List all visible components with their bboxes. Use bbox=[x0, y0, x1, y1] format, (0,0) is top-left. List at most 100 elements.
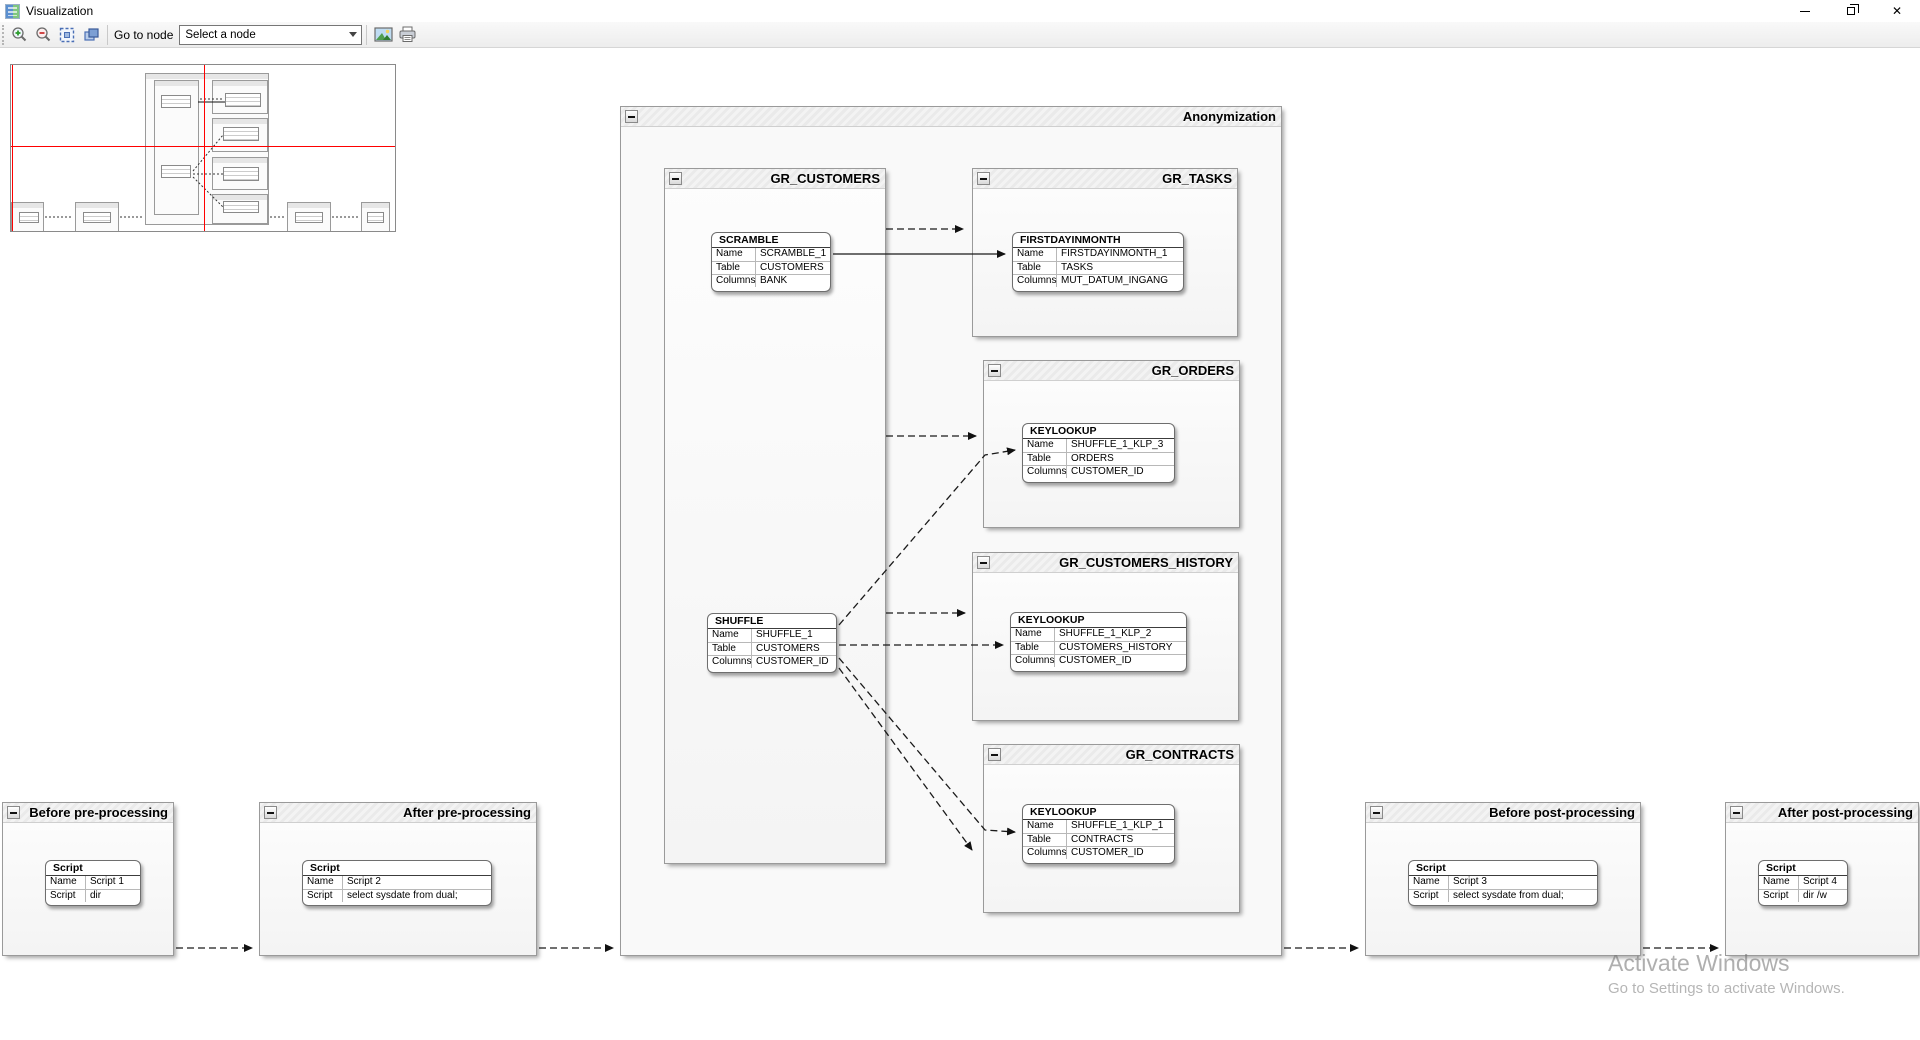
group-title: Before post-processing bbox=[1489, 805, 1635, 820]
collapse-button[interactable] bbox=[1370, 806, 1383, 819]
field-label: Script bbox=[46, 890, 86, 902]
node-title: Script bbox=[1759, 861, 1847, 876]
collapse-button[interactable] bbox=[988, 364, 1001, 377]
field-value: BANK bbox=[756, 275, 830, 287]
field-value: SHUFFLE_1_KLP_2 bbox=[1055, 628, 1186, 641]
group-header[interactable]: GR_CUSTOMERS_HISTORY bbox=[973, 553, 1238, 573]
group-header[interactable]: Anonymization bbox=[621, 107, 1281, 127]
collapse-button[interactable] bbox=[7, 806, 20, 819]
collapse-button[interactable] bbox=[977, 172, 990, 185]
zoom-out-icon bbox=[34, 26, 52, 44]
field-value: CUSTOMERS_HISTORY bbox=[1055, 642, 1186, 654]
group-title: GR_TASKS bbox=[1162, 171, 1232, 186]
collapse-button[interactable] bbox=[977, 556, 990, 569]
node-title: Script bbox=[46, 861, 140, 876]
node-shuffle[interactable]: SHUFFLE NameSHUFFLE_1 TableCUSTOMERS Col… bbox=[707, 613, 837, 673]
title-bar: Visualization ✕ bbox=[0, 0, 1920, 22]
minimap-node bbox=[367, 212, 384, 223]
collapse-button[interactable] bbox=[264, 806, 277, 819]
field-value: SHUFFLE_1_KLP_1 bbox=[1067, 820, 1174, 833]
group-header[interactable]: Before pre-processing bbox=[3, 803, 173, 823]
activate-windows-watermark: Activate Windows Go to Settings to activ… bbox=[1608, 950, 1845, 997]
minimap-node bbox=[223, 201, 259, 213]
group-header[interactable]: After pre-processing bbox=[260, 803, 536, 823]
node-title: KEYLOOKUP bbox=[1023, 805, 1174, 820]
export-image-button[interactable] bbox=[371, 24, 395, 46]
field-value: dir bbox=[86, 890, 140, 902]
node-keylookup-history[interactable]: KEYLOOKUP NameSHUFFLE_1_KLP_2 TableCUSTO… bbox=[1010, 612, 1187, 672]
toolbar: Go to node Select a node bbox=[0, 22, 1920, 48]
minimap-viewport-line bbox=[11, 146, 396, 147]
node-scramble[interactable]: SCRAMBLE NameSCRAMBLE_1 TableCUSTOMERS C… bbox=[711, 232, 831, 292]
field-label: Name bbox=[46, 876, 86, 889]
field-value: CUSTOMERS bbox=[752, 643, 836, 655]
minimap-viewport-line bbox=[12, 65, 13, 232]
minimap[interactable] bbox=[10, 64, 396, 232]
minimize-icon bbox=[1800, 11, 1810, 12]
zoom-in-button[interactable] bbox=[7, 24, 31, 46]
app-icon bbox=[5, 4, 20, 19]
node-keylookup-orders[interactable]: KEYLOOKUP NameSHUFFLE_1_KLP_3 TableORDER… bbox=[1022, 423, 1175, 483]
minimap-node bbox=[161, 165, 191, 178]
collapse-button[interactable] bbox=[625, 110, 638, 123]
minimap-node bbox=[83, 212, 111, 223]
group-title: GR_CUSTOMERS bbox=[770, 171, 880, 186]
collapse-icon bbox=[628, 116, 635, 118]
group-header[interactable]: GR_ORDERS bbox=[984, 361, 1239, 381]
field-label: Table bbox=[1011, 642, 1055, 654]
minimap-node bbox=[19, 212, 39, 223]
field-value: select sysdate from dual; bbox=[343, 890, 491, 902]
minimap-node bbox=[223, 167, 259, 181]
field-label: Table bbox=[1013, 262, 1057, 274]
node-script-1[interactable]: Script NameScript 1 Scriptdir bbox=[45, 860, 141, 906]
node-script-2[interactable]: Script NameScript 2 Scriptselect sysdate… bbox=[302, 860, 492, 906]
fit-view-button[interactable] bbox=[55, 24, 79, 46]
field-label: Name bbox=[712, 248, 756, 261]
combobox-dropdown-button[interactable] bbox=[344, 26, 361, 44]
node-firstdayinmonth[interactable]: FIRSTDAYINMONTH NameFIRSTDAYINMONTH_1 Ta… bbox=[1012, 232, 1184, 292]
field-label: Name bbox=[303, 876, 343, 889]
node-keylookup-contracts[interactable]: KEYLOOKUP NameSHUFFLE_1_KLP_1 TableCONTR… bbox=[1022, 804, 1175, 864]
group-header[interactable]: Before post-processing bbox=[1366, 803, 1640, 823]
collapse-icon bbox=[672, 178, 679, 180]
node-title: Script bbox=[1409, 861, 1597, 876]
group-header[interactable]: GR_CONTRACTS bbox=[984, 745, 1239, 765]
collapse-button[interactable] bbox=[988, 748, 1001, 761]
node-script-3[interactable]: Script NameScript 3 Scriptselect sysdate… bbox=[1408, 860, 1598, 906]
zoom-out-button[interactable] bbox=[31, 24, 55, 46]
node-script-4[interactable]: Script NameScript 4 Scriptdir /w bbox=[1758, 860, 1848, 906]
minimap-node bbox=[223, 127, 259, 141]
collapse-icon bbox=[10, 812, 17, 814]
group-header[interactable]: GR_CUSTOMERS bbox=[665, 169, 885, 189]
collapse-icon bbox=[1373, 812, 1380, 814]
collapse-button[interactable] bbox=[669, 172, 682, 185]
field-label: Script bbox=[1409, 890, 1449, 902]
group-title: After post-processing bbox=[1778, 805, 1913, 820]
collapse-icon bbox=[991, 754, 998, 756]
field-value: CUSTOMER_ID bbox=[1067, 847, 1174, 859]
print-button[interactable] bbox=[395, 24, 419, 46]
field-value: CUSTOMER_ID bbox=[1055, 655, 1186, 667]
collapse-icon bbox=[267, 812, 274, 814]
group-header[interactable]: GR_TASKS bbox=[973, 169, 1237, 189]
collapse-icon bbox=[1733, 812, 1740, 814]
field-label: Script bbox=[303, 890, 343, 902]
node-selector-combobox[interactable]: Select a node bbox=[179, 25, 362, 45]
field-label: Name bbox=[1023, 820, 1067, 833]
restore-button[interactable] bbox=[1828, 0, 1874, 22]
field-label: Name bbox=[1013, 248, 1057, 261]
field-label: Columns bbox=[708, 656, 752, 668]
close-button[interactable]: ✕ bbox=[1874, 0, 1920, 22]
cascade-icon bbox=[82, 26, 100, 44]
group-header[interactable]: After post-processing bbox=[1726, 803, 1918, 823]
field-value: SHUFFLE_1 bbox=[752, 629, 836, 642]
collapse-button[interactable] bbox=[1730, 806, 1743, 819]
field-value: SHUFFLE_1_KLP_3 bbox=[1067, 439, 1174, 452]
minimize-button[interactable] bbox=[1782, 0, 1828, 22]
restore-icon bbox=[1847, 7, 1855, 15]
node-title: KEYLOOKUP bbox=[1023, 424, 1174, 439]
cascade-button[interactable] bbox=[79, 24, 103, 46]
field-value: Script 4 bbox=[1799, 876, 1847, 889]
node-selector-value: Select a node bbox=[180, 29, 344, 41]
node-title: KEYLOOKUP bbox=[1011, 613, 1186, 628]
